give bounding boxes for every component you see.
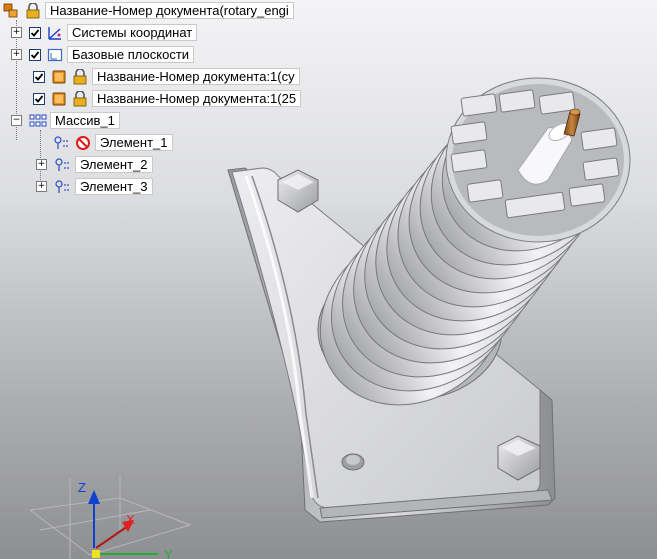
expand-toggle[interactable]: +: [36, 181, 47, 192]
tree-item-label[interactable]: Базовые плоскости: [67, 46, 195, 63]
tree-item-part-2[interactable]: Название-Номер документа:1(25: [33, 89, 302, 108]
tree-root-row[interactable]: Название-Номер документа(rotary_engi: [3, 1, 294, 20]
model-tree-panel: Название-Номер документа(rotary_engi + С…: [0, 0, 360, 200]
expand-toggle[interactable]: +: [36, 159, 47, 170]
part-icon: [50, 91, 68, 107]
expand-toggle[interactable]: +: [11, 49, 22, 60]
tree-item-part-1[interactable]: Название-Номер документа:1(су: [33, 67, 300, 86]
tree-item-label[interactable]: Название-Номер документа:1(25: [92, 90, 302, 107]
array-icon: [29, 113, 47, 129]
visibility-checkbox[interactable]: [29, 48, 41, 61]
element-icon: [53, 135, 71, 151]
tree-item-label[interactable]: Системы координат: [67, 24, 198, 41]
tree-item-label[interactable]: Элемент_3: [75, 178, 153, 195]
tree-item-label[interactable]: Массив_1: [50, 112, 120, 129]
lock-icon: [24, 2, 42, 19]
y-axis-label: Y: [164, 547, 173, 559]
check-icon: [34, 94, 44, 103]
tree-item-array[interactable]: − Массив_1: [11, 111, 120, 130]
excluded-icon: [74, 135, 92, 151]
tree-item-element-2[interactable]: + Элемент_2: [36, 155, 153, 174]
triad-origin: [92, 550, 100, 558]
base-plane-icon: [46, 47, 64, 63]
element-icon: [54, 157, 72, 173]
z-axis-label: Z: [78, 480, 86, 495]
tree-item-label[interactable]: Элемент_2: [75, 156, 153, 173]
part-icon: [50, 69, 68, 85]
tree-item-element-3[interactable]: + Элемент_3: [36, 177, 153, 196]
check-icon: [34, 72, 44, 81]
tree-item-label[interactable]: Элемент_1: [95, 134, 173, 151]
expand-toggle[interactable]: +: [11, 27, 22, 38]
tree-item-coordinate-systems[interactable]: + Системы координат: [11, 23, 198, 42]
check-icon: [30, 28, 40, 37]
visibility-checkbox[interactable]: [33, 92, 45, 105]
lock-icon: [71, 68, 89, 85]
coordinate-system-icon: [46, 25, 64, 41]
visibility-checkbox[interactable]: [29, 26, 41, 39]
check-icon: [30, 50, 40, 59]
3d-viewport[interactable]: Название-Номер документа(rotary_engi + С…: [0, 0, 657, 559]
collapse-toggle[interactable]: −: [11, 115, 22, 126]
tree-root-label[interactable]: Название-Номер документа(rotary_engi: [45, 2, 294, 19]
orientation-triad[interactable]: Z X Y: [30, 470, 200, 559]
tree-item-element-1[interactable]: Элемент_1: [53, 133, 173, 152]
assembly-icon: [3, 3, 21, 19]
tree-item-base-planes[interactable]: + Базовые плоскости: [11, 45, 195, 64]
x-axis-label: X: [126, 512, 135, 527]
tree-item-label[interactable]: Название-Номер документа:1(су: [92, 68, 300, 85]
element-icon: [54, 179, 72, 195]
lock-icon: [71, 90, 89, 107]
visibility-checkbox[interactable]: [33, 70, 45, 83]
